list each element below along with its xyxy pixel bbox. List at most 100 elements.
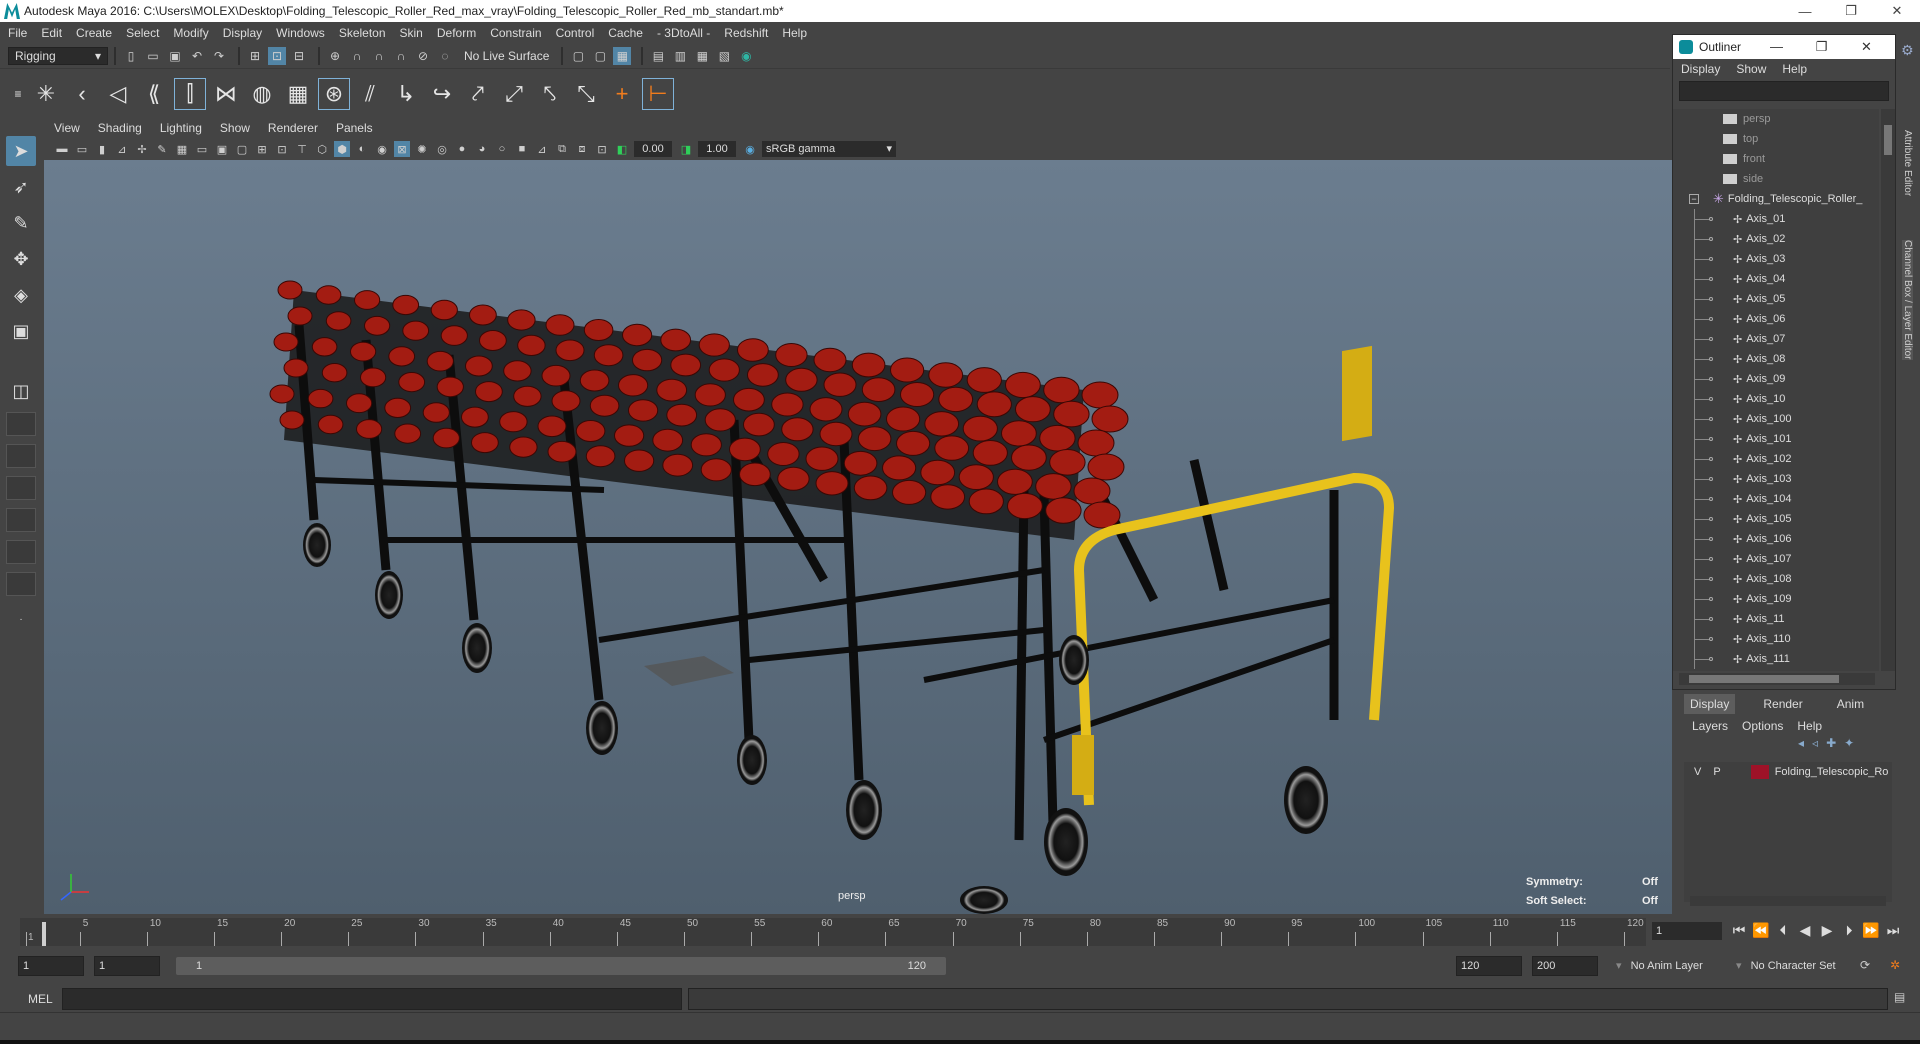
hypershade-icon[interactable]: ◉ [737, 47, 755, 65]
go-to-start-icon[interactable]: ⏮ [1728, 922, 1750, 939]
outliner-list-item[interactable]: ✢ Axis_06 [1673, 309, 1879, 329]
outliner-list-item[interactable]: ✢ Axis_108 [1673, 569, 1879, 589]
field-chart-icon[interactable]: ⊞ [254, 141, 270, 157]
motion-blur-icon[interactable]: ◕ [474, 141, 490, 157]
end-time-field[interactable]: 200 [1532, 956, 1598, 976]
antialias-icon[interactable]: ○ [494, 141, 510, 157]
film-gate-icon[interactable]: ▭ [194, 141, 210, 157]
safe-title-icon[interactable]: ⊤ [294, 141, 310, 157]
outliner-list-item[interactable]: ✢ Axis_09 [1673, 369, 1879, 389]
move-layer-up-icon[interactable]: ◂ [1798, 736, 1804, 750]
move-layer-down-icon[interactable]: ◃ [1812, 736, 1818, 750]
outliner-menu-help[interactable]: Help [1782, 62, 1807, 76]
outliner-camera-item[interactable]: front [1673, 149, 1879, 169]
viewport-menu-show[interactable]: Show [220, 121, 250, 135]
menu-skeleton[interactable]: Skeleton [339, 26, 386, 40]
menu-3dtoall[interactable]: - 3DtoAll - [657, 26, 710, 40]
redo-icon[interactable]: ↷ [210, 47, 228, 65]
collapse-toggle-icon[interactable]: − [1689, 194, 1699, 204]
default-lighting-icon[interactable]: ◐ [354, 141, 370, 157]
playback-start-field[interactable]: 1 [94, 956, 160, 976]
wireframe-icon[interactable]: ⬡ [314, 141, 330, 157]
script-editor-icon[interactable]: ▤ [1894, 990, 1905, 1004]
menu-modify[interactable]: Modify [173, 26, 208, 40]
layer-playback-toggle[interactable]: P [1713, 766, 1720, 778]
outliner-list-item[interactable]: ✢ Axis_03 [1673, 249, 1879, 269]
xray-icon[interactable]: ◎ [434, 141, 450, 157]
snap-surface-icon[interactable]: ⊘ [414, 47, 432, 65]
select-hierarchy-icon[interactable]: ⊞ [246, 47, 264, 65]
outliner-search-input[interactable] [1679, 81, 1889, 101]
joint-tool-icon[interactable]: ✳ [30, 78, 62, 110]
ik-spline-icon[interactable]: ◁ [102, 78, 134, 110]
snap-point-icon[interactable]: ∩ [370, 47, 388, 65]
select-component-icon[interactable]: ⊟ [290, 47, 308, 65]
open-scene-icon[interactable]: ▭ [144, 47, 162, 65]
viewport-menu-view[interactable]: View [54, 121, 80, 135]
outliner-layout-icon[interactable] [6, 476, 36, 500]
safe-action-icon[interactable]: ⊡ [274, 141, 290, 157]
render-frame-icon[interactable]: ▥ [671, 47, 689, 65]
anim-layer-dropdown[interactable]: ▾ No Anim Layer [1616, 956, 1736, 976]
lasso-tool-icon[interactable]: ➶ [6, 172, 36, 202]
pole-vector-icon[interactable]: ⤣ [534, 78, 566, 110]
ipr-render-icon[interactable]: ▦ [693, 47, 711, 65]
snap-grid-icon[interactable]: ⊕ [326, 47, 344, 65]
bookmark-icon[interactable]: ▮ [94, 141, 110, 157]
outliner-list-item[interactable]: ✢ Axis_110 [1673, 629, 1879, 649]
layer-color-swatch[interactable] [1750, 765, 1769, 779]
mirror-joint-icon[interactable]: ⟪ [138, 78, 170, 110]
gamma-icon[interactable]: ◨ [678, 141, 694, 157]
more-layouts-icon[interactable]: · [6, 604, 36, 634]
xray-joints-icon[interactable]: ⧉ [554, 141, 570, 157]
menu-help[interactable]: Help [782, 26, 807, 40]
textures-icon[interactable]: ⊠ [394, 141, 410, 157]
scroll-thumb[interactable] [1884, 125, 1892, 155]
ao-icon[interactable]: ● [454, 141, 470, 157]
playback-end-field[interactable]: 120 [1456, 956, 1522, 976]
current-frame-field[interactable]: 1 [1652, 922, 1722, 940]
current-time-marker[interactable] [42, 922, 46, 946]
menu-skin[interactable]: Skin [400, 26, 423, 40]
layer-horizontal-scrollbar[interactable] [1690, 896, 1886, 906]
smooth-shade-icon[interactable]: ⬢ [334, 141, 350, 157]
camera-attr-icon[interactable]: ▭ [74, 141, 90, 157]
outliner-list-item[interactable]: ✢ Axis_106 [1673, 529, 1879, 549]
outliner-list-item[interactable]: ✢ Axis_04 [1673, 269, 1879, 289]
step-forward-key-icon[interactable]: ⏩ [1860, 922, 1882, 939]
2d-pan-icon[interactable]: ✢ [134, 141, 150, 157]
step-forward-frame-icon[interactable]: ⏵ [1838, 922, 1860, 939]
tab-display[interactable]: Display [1684, 694, 1736, 714]
menu-deform[interactable]: Deform [437, 26, 476, 40]
outliner-horizontal-scrollbar[interactable] [1679, 673, 1875, 685]
menu-constrain[interactable]: Constrain [490, 26, 541, 40]
component-xray-icon[interactable]: ⊡ [594, 141, 610, 157]
use-all-lights-icon[interactable]: ✺ [414, 141, 430, 157]
menu-display[interactable]: Display [223, 26, 262, 40]
menu-file[interactable]: File [8, 26, 27, 40]
menuset-dropdown[interactable]: Rigging ▾ [8, 47, 108, 65]
outliner-list-item[interactable]: ✢ Axis_100 [1673, 409, 1879, 429]
single-view-icon[interactable]: ◫ [6, 376, 36, 406]
channel-box-toggle-icon[interactable]: ⚙ [1901, 42, 1917, 58]
graph-layout-icon[interactable] [6, 508, 36, 532]
anim-prefs-icon[interactable]: ✲ [1890, 958, 1900, 972]
camera-select-icon[interactable]: ▬ [54, 141, 70, 157]
move-tool-icon[interactable]: ✥ [6, 244, 36, 274]
parent-constraint-icon[interactable]: ⤢ [498, 78, 530, 110]
outliner-list-item[interactable]: ✢ Axis_111 [1673, 649, 1879, 669]
step-back-key-icon[interactable]: ⏪ [1750, 922, 1772, 939]
outliner-camera-item[interactable]: persp [1673, 109, 1879, 129]
outliner-list-item[interactable]: ✢ Axis_05 [1673, 289, 1879, 309]
rotate-tool-icon[interactable]: ◈ [6, 280, 36, 310]
render-layout-icon[interactable] [6, 572, 36, 596]
render-settings-icon[interactable]: ▧ [715, 47, 733, 65]
viewport-menu-lighting[interactable]: Lighting [160, 121, 202, 135]
scale-tool-icon[interactable]: ▣ [6, 316, 36, 346]
minimize-button[interactable]: — [1782, 0, 1828, 22]
outliner-maximize-button[interactable]: ❐ [1799, 39, 1844, 55]
outliner-list-item[interactable]: ✢ Axis_01 [1673, 209, 1879, 229]
menu-edit[interactable]: Edit [41, 26, 62, 40]
select-tool-icon[interactable]: ➤ [6, 136, 36, 166]
snap-curve-icon[interactable]: ∩ [348, 47, 366, 65]
